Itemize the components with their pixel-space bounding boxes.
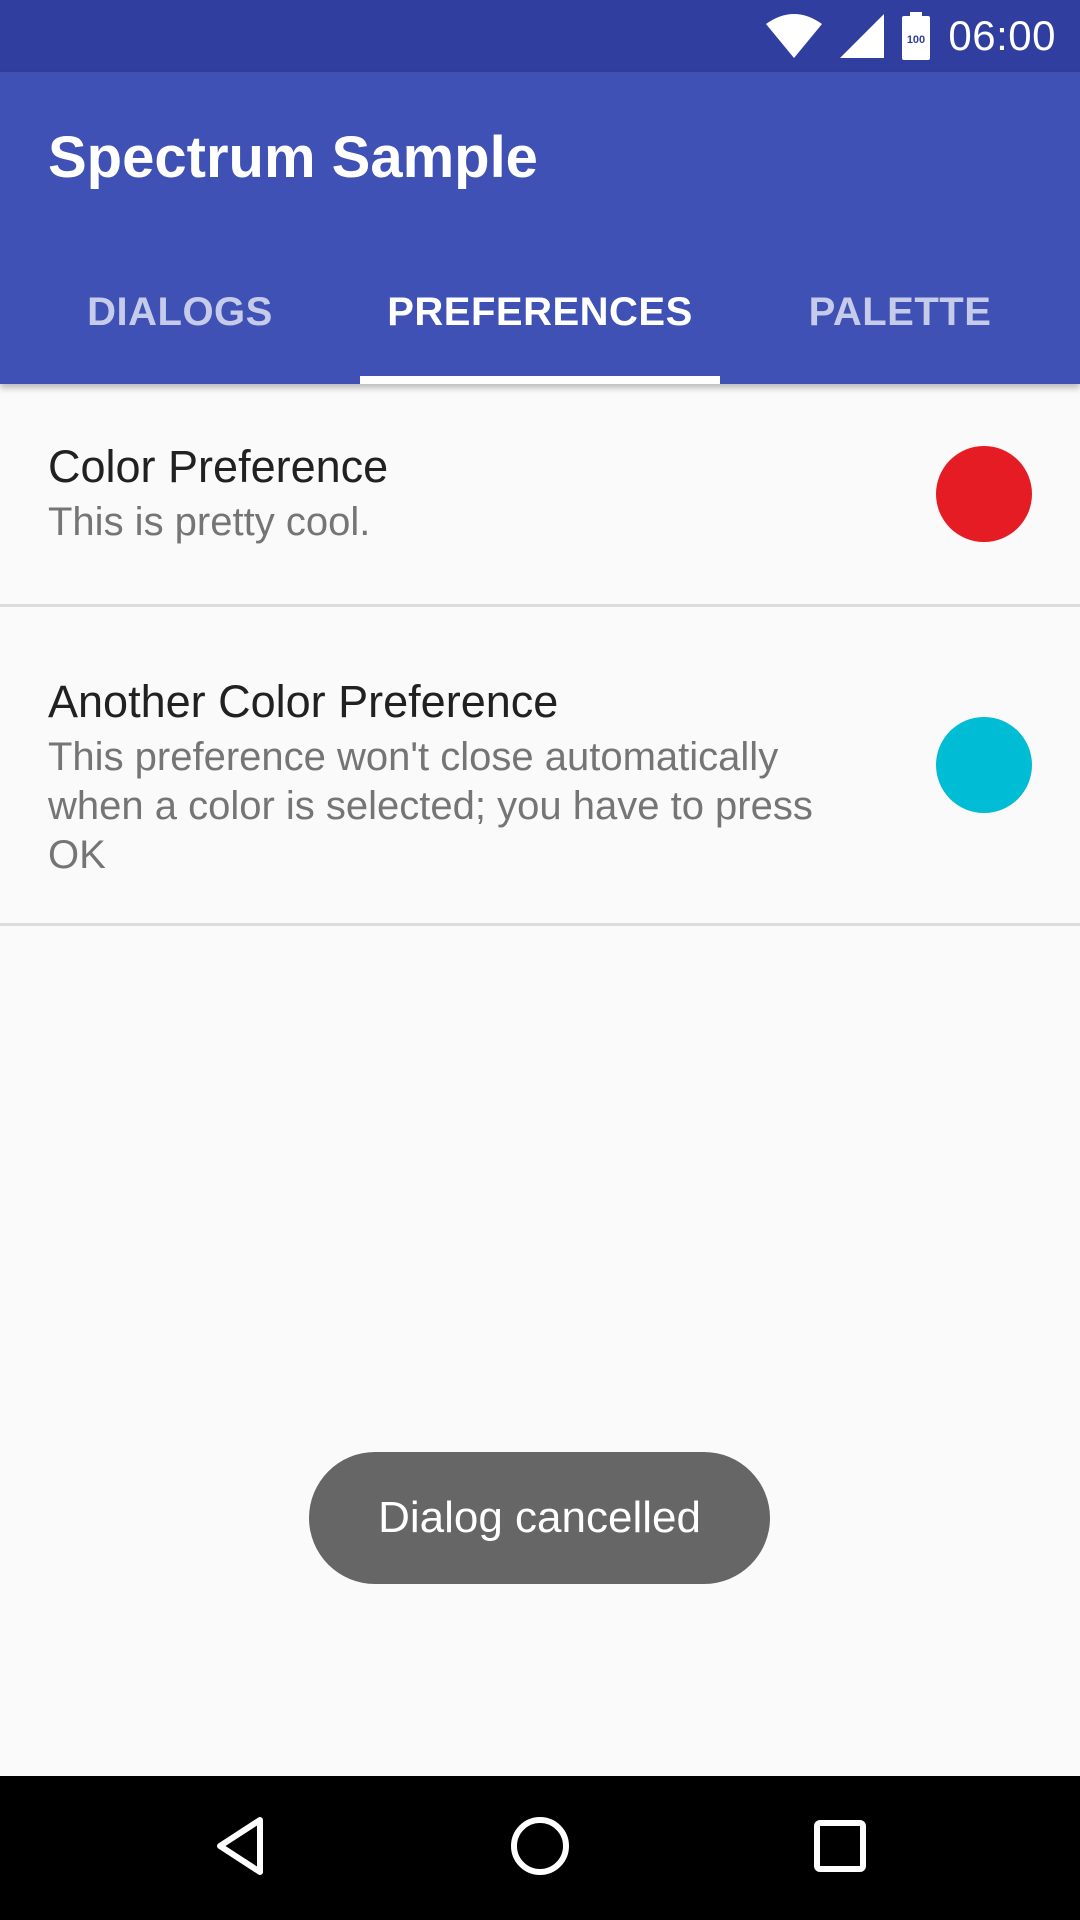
tab-palette[interactable]: PALETTE: [720, 240, 1080, 384]
battery-level-text: 100: [907, 34, 925, 46]
screen: 100 06:00 Spectrum Sample DIALOGS PREFER…: [0, 0, 1080, 1920]
recents-button[interactable]: [768, 1776, 912, 1920]
tab-bar: DIALOGS PREFERENCES PALETTE: [0, 240, 1080, 384]
back-button[interactable]: [168, 1776, 312, 1920]
another-color-preference-item[interactable]: Another Color Preference This preference…: [0, 607, 1080, 926]
recents-icon: [814, 1819, 866, 1877]
cell-signal-icon: [840, 14, 885, 58]
app-title: Spectrum Sample: [48, 125, 538, 190]
app-bar: Spectrum Sample DIALOGS PREFERENCES PALE…: [0, 72, 1080, 384]
wifi-icon: [766, 14, 823, 58]
color-swatch: [936, 446, 1032, 542]
home-button[interactable]: [468, 1776, 612, 1920]
preference-summary: This preference won't close automaticall…: [48, 735, 813, 877]
navigation-bar: [0, 1776, 1080, 1920]
preference-summary: This is pretty cool.: [48, 500, 371, 544]
home-icon: [510, 1816, 570, 1881]
preference-title: Another Color Preference: [48, 676, 559, 727]
preference-list: Color Preference This is pretty cool. An…: [0, 384, 1080, 926]
color-swatch: [936, 717, 1032, 813]
back-icon: [212, 1816, 268, 1881]
clock: 06:00: [948, 12, 1056, 59]
status-bar: 100 06:00: [0, 0, 1080, 72]
color-preference-item[interactable]: Color Preference This is pretty cool.: [0, 384, 1080, 607]
toast: Dialog cancelled: [309, 1452, 770, 1584]
toast-message: Dialog cancelled: [378, 1493, 701, 1542]
tab-dialogs[interactable]: DIALOGS: [0, 240, 360, 384]
tab-preferences[interactable]: PREFERENCES: [360, 240, 720, 384]
battery-icon: 100: [902, 12, 931, 60]
preference-title: Color Preference: [48, 441, 389, 492]
